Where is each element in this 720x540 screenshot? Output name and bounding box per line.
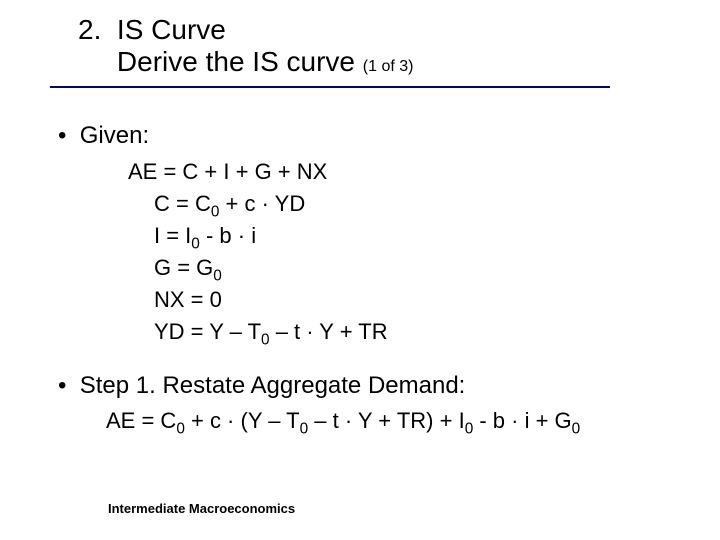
eq-step1-sub3: 0: [465, 421, 474, 438]
bullet-given: • Given:: [58, 120, 680, 152]
header-pager: (1 of 3): [363, 58, 414, 75]
header-number: 2.: [78, 14, 101, 45]
eq-step1-b: + c · (Y – T: [185, 408, 300, 433]
header-title-1: IS Curve: [117, 14, 226, 45]
eq-step1-sub2: 0: [300, 421, 309, 438]
eq-step1-sub1: 0: [176, 421, 185, 438]
slide: 2. IS Curve Derive the IS curve (1 of 3)…: [0, 0, 720, 540]
bullet-step1-text: Step 1. Restate Aggregate Demand:: [80, 372, 466, 399]
eq-g-pre: G = G: [154, 255, 213, 280]
eq-step1: AE = C0 + c · (Y – T0 – t · Y + TR) + I0…: [106, 406, 680, 436]
eq-step1-a: AE = C: [106, 408, 176, 433]
eq-g: G = G0: [154, 252, 680, 284]
eq-step1-c: – t · Y + TR) + I: [308, 408, 465, 433]
bullet-given-text: Given:: [80, 122, 149, 149]
footer-text: Intermediate Macroeconomics: [108, 501, 295, 516]
header-rule: [50, 86, 610, 88]
eq-i-post: - b · i: [200, 223, 256, 248]
eq-i: I = I0 - b · i: [154, 220, 680, 252]
eq-ae: AE = C + I + G + NX: [128, 156, 680, 188]
eq-yd-post: – t · Y + TR: [270, 319, 388, 344]
eq-i-pre: I = I: [154, 223, 191, 248]
equation-block-given: AE = C + I + G + NX C = C0 + c · YD I = …: [128, 156, 680, 347]
eq-c-pre: C = C: [154, 191, 211, 216]
bullet-step1: • Step 1. Restate Aggregate Demand:: [58, 370, 680, 402]
slide-body: • Given: AE = C + I + G + NX C = C0 + c …: [58, 110, 680, 436]
header-title-2: Derive the IS curve: [117, 46, 355, 77]
eq-step1-sub4: 0: [572, 421, 581, 438]
eq-yd: YD = Y – T0 – t · Y + TR: [154, 316, 680, 348]
header-line-2: Derive the IS curve (1 of 3): [78, 46, 660, 78]
eq-c: C = C0 + c · YD: [154, 188, 680, 220]
eq-yd-pre: YD = Y – T: [154, 319, 261, 344]
eq-yd-sub: 0: [261, 331, 270, 348]
eq-c-post: + c · YD: [219, 191, 305, 216]
eq-step1-d: - b · i + G: [473, 408, 571, 433]
slide-header: 2. IS Curve Derive the IS curve (1 of 3): [78, 14, 660, 78]
eq-nx: NX = 0: [154, 284, 680, 316]
header-line-1: 2. IS Curve: [78, 14, 660, 46]
eq-i-sub: 0: [191, 236, 200, 253]
eq-g-sub: 0: [213, 267, 222, 284]
